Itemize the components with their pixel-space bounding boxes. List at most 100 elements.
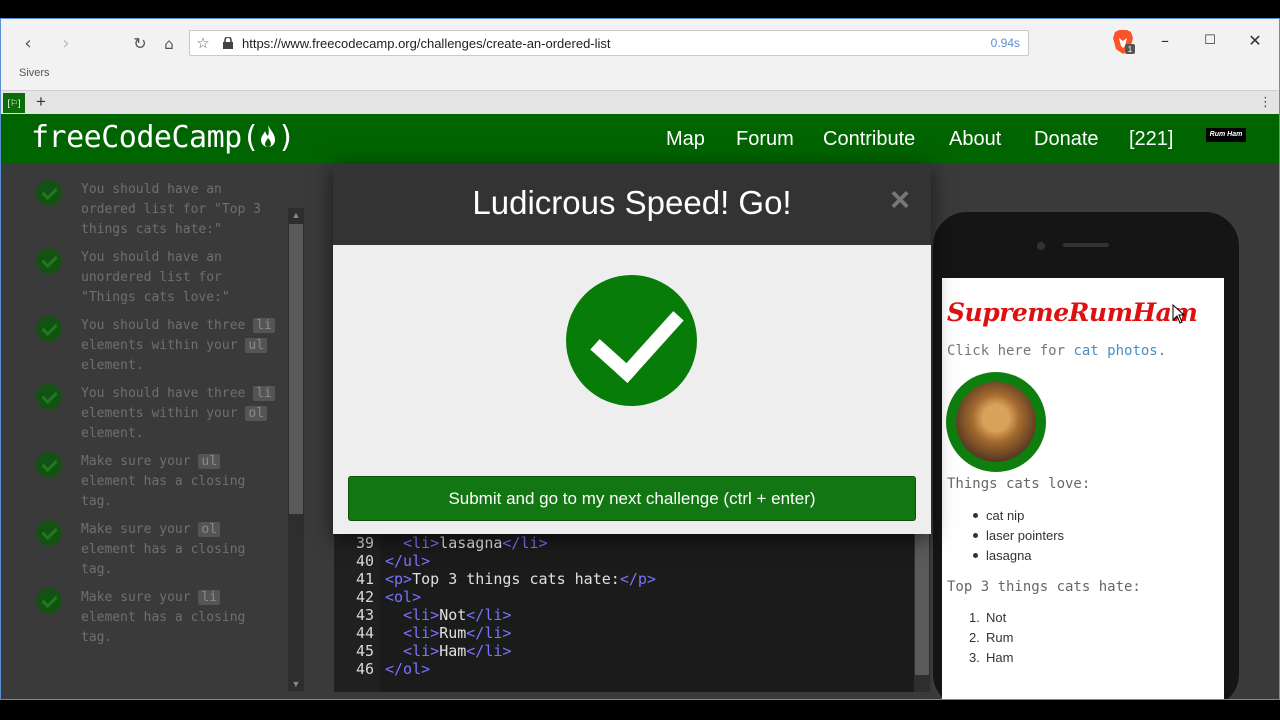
hate-item: 2. Rum <box>969 630 1014 645</box>
brave-icon[interactable]: 1 <box>1111 29 1135 55</box>
scrollbar-thumb[interactable] <box>915 527 929 675</box>
line-number: 41 <box>355 570 374 588</box>
line-number: 40 <box>355 552 374 570</box>
bullet-icon <box>973 553 978 558</box>
code-editor[interactable]: 38 <li>laser pointers</li>39 <li>lasagna… <box>334 516 914 692</box>
tests-scrollbar[interactable]: ▲ ▼ <box>288 208 304 691</box>
maximize-icon[interactable]: ☐ <box>1195 31 1225 51</box>
code-tag: ul <box>245 338 268 353</box>
preview-title: SupremeRumHam <box>947 298 1198 327</box>
test-text-segment: element. <box>81 426 144 441</box>
code-tag: ul <box>198 454 221 469</box>
code-tag: ol <box>198 522 221 537</box>
browser-toolbar: ‹ › ↻ ⌂ ☆ https://www.freecodecamp.org/c… <box>1 19 1279 90</box>
love-item-text: lasagna <box>986 548 1032 563</box>
checkmark-icon <box>36 520 62 546</box>
mouse-cursor-icon <box>1172 304 1186 324</box>
test-text-segment: Make sure your <box>81 454 199 469</box>
logo-text-end: ) <box>277 120 295 155</box>
screen: ‹ › ↻ ⌂ ☆ https://www.freecodecamp.org/c… <box>0 0 1280 720</box>
scrollbar-thumb[interactable] <box>289 224 303 514</box>
reload-icon[interactable]: ↻ <box>129 33 151 55</box>
test-text-segment: You should have three <box>81 318 254 333</box>
code-text: <p>Top 3 things cats hate:</p> <box>385 570 656 588</box>
test-text-segment: elements within your <box>81 406 246 421</box>
editor-scrollbar[interactable] <box>914 527 930 692</box>
checkmark-icon <box>36 248 62 274</box>
back-icon[interactable]: ‹ <box>17 33 39 55</box>
fcc-logo[interactable]: freeCodeCamp() <box>31 120 295 155</box>
code-text: <li>Ham</li> <box>403 642 512 660</box>
hate-item-text: Not <box>986 610 1007 625</box>
line-number: 39 <box>355 534 374 552</box>
browser-window: ‹ › ↻ ⌂ ☆ https://www.freecodecamp.org/c… <box>0 18 1280 700</box>
nav-about[interactable]: About <box>949 128 1001 151</box>
menu-icon[interactable]: ⋮ <box>1259 93 1272 113</box>
code-tag: ol <box>245 406 268 421</box>
phone-speaker <box>1063 243 1109 247</box>
success-modal: Ludicrous Speed! Go! × Submit and go to … <box>333 164 931 534</box>
nav-forum[interactable]: Forum <box>736 128 794 151</box>
code-tag: li <box>253 318 275 333</box>
love-item-text: laser pointers <box>986 528 1065 543</box>
checkmark-icon <box>36 180 62 206</box>
page-content: freeCodeCamp() Map Forum Contribute Abou… <box>1 114 1279 699</box>
new-tab-icon[interactable]: + <box>31 91 51 113</box>
nav-donate[interactable]: Donate <box>1034 128 1099 151</box>
avatar[interactable]: Rum Ham <box>1206 128 1246 142</box>
test-text-segment: element. <box>81 358 144 373</box>
success-check-icon <box>566 275 697 406</box>
line-number: 43 <box>355 606 374 624</box>
fire-icon <box>261 125 276 147</box>
window-close-icon[interactable]: ✕ <box>1240 31 1270 51</box>
points-counter[interactable]: [221] <box>1129 128 1173 151</box>
love-item: cat nip <box>973 508 1025 523</box>
forward-icon[interactable]: › <box>55 33 77 55</box>
close-icon[interactable]: × <box>885 182 915 218</box>
logo-text: freeCodeCamp( <box>31 120 260 155</box>
hate-item: 3. Ham <box>969 650 1014 665</box>
hate-item-text: Ham <box>986 650 1014 665</box>
nav-map[interactable]: Map <box>666 128 705 151</box>
line-number: 45 <box>355 642 374 660</box>
modal-header: Ludicrous Speed! Go! × <box>333 164 931 245</box>
list-number: 1. <box>969 610 980 625</box>
tab-strip: [⚐] + ⋮ <box>1 90 1279 114</box>
extension-badge: 1 <box>1128 45 1133 54</box>
checkmark-icon <box>36 452 62 478</box>
love-item: lasagna <box>973 548 1032 563</box>
nav-contribute[interactable]: Contribute <box>823 128 915 151</box>
bookmark-sivers[interactable]: Sivers <box>19 67 50 79</box>
test-text-segment: You should have an ordered list for "Top… <box>81 182 262 237</box>
scroll-down-icon[interactable]: ▼ <box>288 677 304 691</box>
love-item-text: cat nip <box>986 508 1025 523</box>
submit-next-challenge-button[interactable]: Submit and go to my next challenge (ctrl… <box>348 476 916 521</box>
code-text: <li>lasagna</li> <box>403 534 548 552</box>
cat-photos-link[interactable]: cat photos <box>1073 343 1157 359</box>
test-text: Make sure your li element has a closing … <box>81 588 281 648</box>
code-tag: li <box>198 590 221 605</box>
fcc-navbar: freeCodeCamp() Map Forum Contribute Abou… <box>1 114 1279 164</box>
home-icon[interactable]: ⌂ <box>158 33 180 55</box>
list-number: 3. <box>969 650 980 665</box>
love-item: laser pointers <box>973 528 1065 543</box>
code-text: </ol> <box>385 660 431 678</box>
line-number: 46 <box>355 660 374 678</box>
checkmark-icon <box>36 316 62 342</box>
scroll-up-icon[interactable]: ▲ <box>288 208 304 222</box>
line-number: 44 <box>355 624 374 642</box>
minimize-icon[interactable]: – <box>1150 31 1180 51</box>
hate-item-text: Rum <box>986 630 1014 645</box>
test-text-segment: element has a closing tag. <box>81 610 246 645</box>
tab-freecodecamp[interactable]: [⚐] <box>3 93 25 113</box>
bullet-icon <box>973 513 978 518</box>
load-time: 0.94s <box>990 36 1020 50</box>
address-bar[interactable]: ☆ https://www.freecodecamp.org/challenge… <box>189 30 1029 56</box>
url-text: https://www.freecodecamp.org/challenges/… <box>242 36 611 51</box>
code-tag: li <box>253 386 275 401</box>
test-text: You should have an ordered list for "Top… <box>81 180 281 240</box>
checkmark-icon <box>36 384 62 410</box>
test-text-segment: Make sure your <box>81 522 199 537</box>
bookmark-star-icon[interactable]: ☆ <box>194 34 212 52</box>
phone-camera <box>1037 242 1045 250</box>
